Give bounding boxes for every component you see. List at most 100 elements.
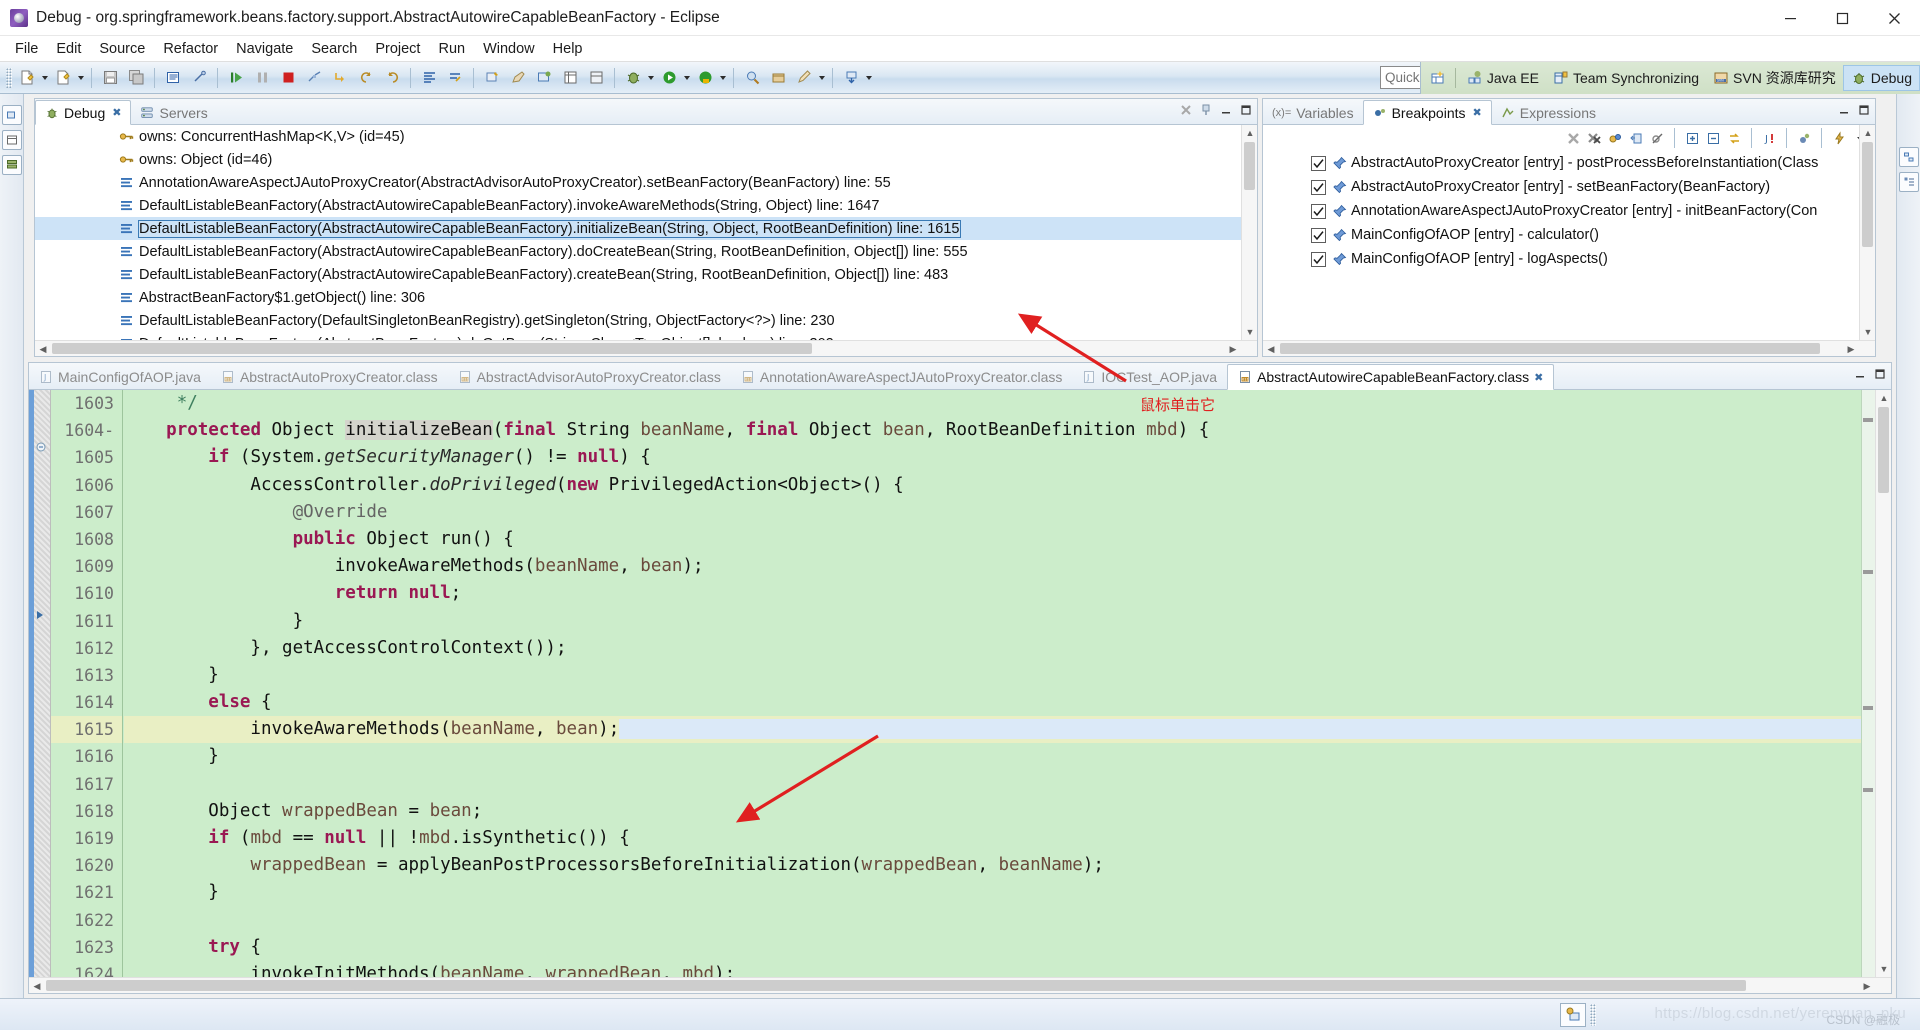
editor-tab-5[interactable]: 011 AbstractAutowireCapableBeanFactory.cl… [1227, 364, 1555, 390]
stack-frame-row[interactable]: DefaultListableBeanFactory(AbstractAutow… [35, 263, 1257, 286]
remove-breakpoint-icon[interactable] [1564, 129, 1582, 147]
remove-all-terminated-icon[interactable] [1177, 101, 1195, 119]
resume-icon[interactable] [224, 66, 248, 90]
align-icon[interactable] [417, 66, 441, 90]
code-line[interactable]: Object wrappedBean = bean; [124, 798, 1875, 825]
step-into-icon[interactable] [354, 66, 378, 90]
breakpoint-enabled-checkbox[interactable] [1311, 227, 1326, 243]
working-sets-icon[interactable] [1725, 129, 1743, 147]
editor-tab-4[interactable]: J IOCTest_AOP.java [1072, 364, 1227, 390]
new-file-icon[interactable] [15, 66, 39, 90]
link-with-debug-view-icon[interactable] [1606, 129, 1624, 147]
goto-file-icon[interactable] [1627, 129, 1645, 147]
breakpoint-row[interactable]: MainConfigOfAOP [entry] - logAspects() [1263, 247, 1875, 271]
coverage-icon[interactable] [693, 66, 717, 90]
save-icon[interactable] [98, 66, 122, 90]
debug-horizontal-scrollbar[interactable]: ◀ ▶ [35, 340, 1257, 356]
minimize-button[interactable] [1764, 0, 1816, 36]
breakpoint-enabled-checkbox[interactable] [1311, 203, 1326, 219]
code-line[interactable]: if (mbd == null || !mbd.isSynthetic()) { [124, 825, 1875, 852]
link-icon[interactable] [187, 66, 211, 90]
step-return-icon[interactable] [328, 66, 352, 90]
external-tools-icon[interactable] [532, 66, 556, 90]
remote-systems-icon[interactable] [1560, 1002, 1586, 1027]
bp-hscroll-thumb[interactable] [1280, 343, 1820, 354]
table2-icon[interactable] [584, 66, 608, 90]
suspend-icon[interactable] [250, 66, 274, 90]
new-file-dropdown-icon[interactable] [40, 66, 50, 90]
run-dropdown-icon[interactable] [682, 66, 692, 90]
scroll-right-icon[interactable]: ▶ [1859, 978, 1875, 993]
editor-vertical-scrollbar[interactable]: ▲ ▼ [1875, 390, 1891, 977]
expand-all-icon[interactable] [1683, 129, 1701, 147]
perspective-debug[interactable]: Debug [1842, 65, 1920, 91]
code-line[interactable]: } [124, 743, 1875, 770]
breakpoint-row[interactable]: AbstractAutoProxyCreator [entry] - postP… [1263, 151, 1875, 175]
breakpoints-list[interactable]: AbstractAutoProxyCreator [entry] - postP… [1263, 151, 1875, 271]
download-dropdown-icon[interactable] [864, 66, 874, 90]
editor-overview-ruler[interactable] [1861, 390, 1875, 977]
terminate-icon[interactable] [276, 66, 300, 90]
debug-scroll-thumb[interactable] [1244, 142, 1255, 190]
new-wizard-icon[interactable] [51, 66, 75, 90]
breakpoint-enabled-checkbox[interactable] [1311, 251, 1326, 267]
code-line[interactable]: else { [124, 689, 1875, 716]
status-bar-grip[interactable] [1590, 1003, 1596, 1026]
editor-horizontal-scrollbar[interactable]: ◀ ▶ [29, 977, 1891, 993]
package-icon[interactable] [766, 66, 790, 90]
editor-scroll-thumb[interactable] [1878, 407, 1889, 493]
menu-refactor[interactable]: Refactor [154, 39, 227, 59]
code-line[interactable]: try { [124, 934, 1875, 961]
breakpoint-row[interactable]: AbstractAutoProxyCreator [entry] - setBe… [1263, 175, 1875, 199]
code-line[interactable]: invokeAwareMethods(beanName, bean); [124, 553, 1875, 580]
code-editor[interactable]: 1603 1604- 1605 1606 1607 1608 1609 1610 1611 161… [29, 390, 1891, 993]
tab-breakpoints-close-icon[interactable]: ✖ [1473, 106, 1482, 119]
stack-frame-row[interactable]: owns: Object (id=46) [35, 148, 1257, 171]
new-wizard-dropdown-icon[interactable] [76, 66, 86, 90]
menu-file[interactable]: File [6, 39, 47, 59]
editor-marker-bar[interactable] [29, 390, 51, 977]
download-icon[interactable] [839, 66, 863, 90]
debug-icon[interactable] [621, 66, 645, 90]
edit-dropdown-icon[interactable] [817, 66, 827, 90]
minimize-icon[interactable] [1835, 101, 1853, 119]
code-line[interactable]: } [124, 879, 1875, 906]
remove-all-breakpoints-icon[interactable] [1585, 129, 1603, 147]
stack-frame-row[interactable]: DefaultListableBeanFactory(AbstractAutow… [35, 240, 1257, 263]
code-line[interactable]: protected Object initializeBean(final St… [124, 417, 1875, 444]
tab-debug-close-icon[interactable]: ✖ [112, 106, 121, 119]
scroll-left-icon[interactable]: ◀ [29, 978, 45, 993]
menu-run[interactable]: Run [429, 39, 474, 59]
stack-frame-selected[interactable]: DefaultListableBeanFactory(AbstractAutow… [35, 217, 1257, 240]
breakpoint-enabled-checkbox[interactable] [1311, 179, 1326, 195]
maximize-icon[interactable] [1871, 365, 1889, 383]
editor-tab-0[interactable]: J MainConfigOfAOP.java [29, 364, 211, 390]
search-icon[interactable] [740, 66, 764, 90]
coverage-dropdown-icon[interactable] [718, 66, 728, 90]
menu-source[interactable]: Source [90, 39, 154, 59]
editor-tab-3[interactable]: 011 AnnotationAwareAspectJAutoProxyCreato… [731, 364, 1072, 390]
maximize-icon[interactable] [1855, 101, 1873, 119]
editor-tab-close-icon[interactable]: ✖ [1534, 371, 1543, 384]
minimize-icon[interactable] [1851, 365, 1869, 383]
code-line[interactable]: */ [124, 390, 1875, 417]
perspective-svn[interactable]: SVN SVN 资源库研究 [1706, 65, 1843, 91]
skip-all-breakpoints-icon[interactable] [1648, 129, 1666, 147]
perspective-java-ee[interactable]: Java EE [1460, 65, 1546, 91]
pin-icon[interactable] [1197, 101, 1215, 119]
edit-icon[interactable] [792, 66, 816, 90]
code-line[interactable]: return null; [124, 580, 1875, 607]
close-button[interactable] [1868, 0, 1920, 36]
menu-search[interactable]: Search [302, 39, 366, 59]
tab-servers[interactable]: Servers [131, 100, 216, 125]
code-line[interactable] [124, 771, 1875, 798]
menu-window[interactable]: Window [474, 39, 544, 59]
tab-variables[interactable]: (x)= Variables [1263, 100, 1363, 125]
editor-tab-2[interactable]: 011 AbstractAdvisorAutoProxyCreator.class [448, 364, 731, 390]
code-line[interactable]: } [124, 608, 1875, 635]
add-java-exception-icon[interactable]: J [1760, 129, 1778, 147]
step-over-icon[interactable] [380, 66, 404, 90]
stack-frame-row[interactable]: DefaultListableBeanFactory(AbstractAutow… [35, 194, 1257, 217]
disconnect-icon[interactable] [302, 66, 326, 90]
breakpoints-vertical-scrollbar[interactable]: ▲ ▼ [1859, 125, 1875, 356]
